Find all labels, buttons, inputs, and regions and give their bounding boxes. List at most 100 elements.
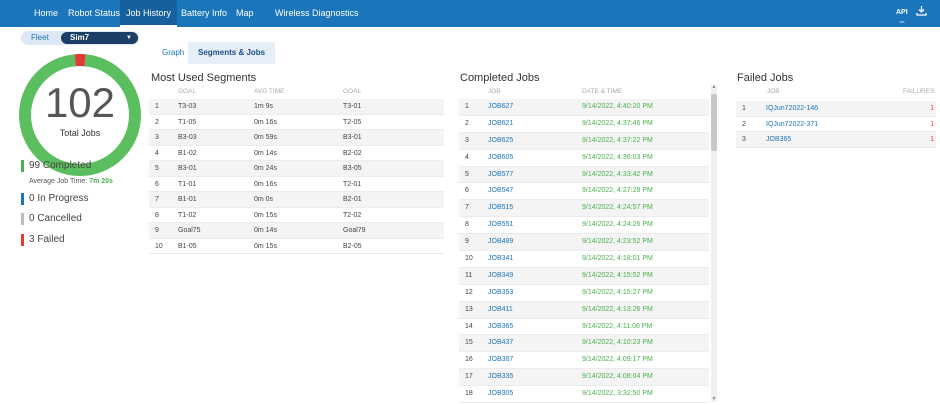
stat-completed[interactable]: 99 Completed — [21, 160, 91, 172]
row-number: 18 — [465, 390, 473, 398]
completed-job-row[interactable]: 9 JOB489 9/14/2022, 4:23:52 PM — [459, 234, 709, 252]
robot-select[interactable]: Sim7 ▼ — [61, 32, 138, 44]
job-link[interactable]: IQJun72022-146 — [766, 101, 818, 116]
failed-job-row[interactable]: 2 IQJun72022-371 1 — [736, 117, 936, 132]
segment-row[interactable]: 3 B3-03 0m 59s B3-01 — [149, 130, 444, 146]
completed-job-row[interactable]: 10 JOB341 9/14/2022, 4:18:01 PM — [459, 251, 709, 268]
completed-job-row[interactable]: 11 JOB349 9/14/2022, 4:15:52 PM — [459, 267, 709, 285]
completed-job-row[interactable]: 13 JOB411 9/14/2022, 4:13:26 PM — [459, 301, 709, 319]
stat-in-progress[interactable]: 0 In Progress — [21, 193, 88, 205]
job-link[interactable]: JOB577 — [488, 167, 513, 182]
completed-job-row[interactable]: 7 JOB515 9/14/2022, 4:24:57 PM — [459, 200, 709, 218]
segment-row[interactable]: 2 T1-05 0m 16s T2-05 — [149, 115, 444, 130]
job-link[interactable]: JOB547 — [488, 183, 513, 198]
nav-tab-home[interactable]: Home — [34, 0, 58, 27]
job-date: 9/14/2022, 4:09:17 PM — [582, 356, 653, 364]
job-link[interactable]: JOB365 — [766, 132, 791, 147]
job-link[interactable]: JOB515 — [488, 200, 513, 215]
segment-to-goal: Goal79 — [343, 227, 366, 234]
job-date: 9/14/2022, 4:40:20 PM — [582, 103, 653, 110]
failed-job-row[interactable]: 1 IQJun72022-146 1 — [736, 101, 936, 117]
segment-row[interactable]: 8 T1-02 0m 15s T2-02 — [149, 208, 444, 223]
fleet-toggle[interactable]: Fleet Sim7 ▼ — [21, 31, 139, 45]
completed-header-date: DATE & TIME — [582, 88, 623, 95]
segment-avg-time: 0m 59s — [254, 134, 277, 141]
job-date: 9/14/2022, 4:18:01 PM — [582, 255, 653, 263]
job-date: 9/14/2022, 4:37:46 PM — [582, 119, 653, 127]
row-number: 3 — [465, 136, 469, 144]
row-number: 4 — [465, 153, 469, 161]
nav-tab-wireless-diagnostics[interactable]: Wireless Diagnostics — [275, 0, 359, 27]
segment-from-goal: T1-02 — [178, 211, 197, 219]
segment-row[interactable]: 10 B1-05 0m 15s B2-05 — [149, 239, 444, 254]
completed-job-row[interactable]: 18 JOB305 9/14/2022, 3:32:50 PM — [459, 386, 709, 404]
row-number: 9 — [465, 238, 469, 246]
job-date: 9/14/2022, 3:32:50 PM — [582, 390, 653, 398]
failed-job-row[interactable]: 3 JOB365 1 — [736, 132, 936, 148]
job-failures: 1 — [930, 105, 934, 112]
job-link[interactable]: JOB621 — [488, 116, 513, 131]
segment-avg-time: 0m 16s — [254, 118, 277, 126]
scroll-up-icon[interactable]: ▲ — [711, 84, 717, 90]
completed-job-row[interactable]: 17 JOB335 9/14/2022, 4:08:04 PM — [459, 369, 709, 387]
completed-job-row[interactable]: 8 JOB551 9/14/2022, 4:24:26 PM — [459, 217, 709, 235]
completed-job-row[interactable]: 5 JOB577 9/14/2022, 4:33:42 PM — [459, 166, 709, 184]
segment-row[interactable]: 7 B1-01 0m 0s B2-01 — [149, 192, 444, 208]
job-link[interactable]: JOB305 — [488, 386, 513, 401]
job-link[interactable]: JOB489 — [488, 234, 513, 249]
stat-failed[interactable]: 3 Failed — [21, 234, 65, 246]
nav-tab-robot-status[interactable]: Robot Status — [68, 0, 120, 27]
job-link[interactable]: JOB625 — [488, 133, 513, 148]
job-link[interactable]: JOB605 — [488, 150, 513, 165]
fleet-label[interactable]: Fleet — [31, 31, 49, 45]
job-link[interactable]: IQJun72022-371 — [766, 117, 818, 132]
job-link[interactable]: JOB335 — [488, 369, 513, 384]
segment-avg-time: 0m 14s — [254, 227, 277, 234]
job-link[interactable]: JOB627 — [488, 99, 513, 114]
completed-job-row[interactable]: 14 JOB365 9/14/2022, 4:11:08 PM — [459, 319, 709, 336]
scroll-down-icon[interactable]: ▼ — [711, 396, 717, 402]
segment-row[interactable]: 9 Goal75 0m 14s Goal79 — [149, 223, 444, 239]
stat-cancelled[interactable]: 0 Cancelled — [21, 213, 82, 225]
segment-row[interactable]: 6 T1-01 0m 16s T2-01 — [149, 177, 444, 192]
completed-job-row[interactable]: 3 JOB625 9/14/2022, 4:37:22 PM — [459, 132, 709, 150]
segment-row[interactable]: 5 B3-01 0m 24s B3-05 — [149, 161, 444, 177]
segment-avg-time: 1m 9s — [254, 103, 274, 110]
segment-from-goal: Goal75 — [178, 227, 201, 234]
download-button[interactable] — [916, 0, 927, 27]
job-failures: 1 — [930, 120, 934, 128]
segment-to-goal: B3-01 — [343, 134, 362, 141]
completed-job-row[interactable]: 12 JOB353 9/14/2022, 4:15:27 PM — [459, 285, 709, 302]
completed-job-row[interactable]: 4 JOB605 9/14/2022, 4:36:03 PM — [459, 150, 709, 167]
job-link[interactable]: JOB341 — [488, 251, 513, 266]
scroll-thumb[interactable] — [711, 94, 717, 151]
job-link[interactable]: JOB353 — [488, 285, 513, 300]
completed-job-row[interactable]: 6 JOB547 9/14/2022, 4:27:28 PM — [459, 183, 709, 201]
completed-job-row[interactable]: 16 JOB387 9/14/2022, 4:09:17 PM — [459, 352, 709, 370]
job-link[interactable]: JOB411 — [488, 302, 513, 317]
row-number: 17 — [465, 373, 473, 381]
segment-from-goal: T3-03 — [178, 103, 197, 110]
job-link[interactable]: JOB387 — [488, 352, 513, 367]
job-link[interactable]: JOB551 — [488, 217, 513, 232]
segment-row[interactable]: 1 T3-03 1m 9s T3-01 — [149, 99, 444, 115]
segment-from-goal: B1-01 — [178, 196, 197, 203]
job-link[interactable]: JOB437 — [488, 335, 513, 350]
api-docs-button[interactable]: API ▫▫ — [896, 8, 908, 35]
segment-from-goal: B3-01 — [178, 165, 197, 172]
completed-job-row[interactable]: 15 JOB437 9/14/2022, 4:10:23 PM — [459, 335, 709, 353]
nav-tab-job-history[interactable]: Job History — [120, 0, 178, 27]
avg-label: Average Job Time: — [29, 178, 88, 185]
subtab-segments-jobs[interactable]: Segments & Jobs — [188, 42, 276, 64]
completed-job-row[interactable]: 2 JOB621 9/14/2022, 4:37:46 PM — [459, 116, 709, 133]
nav-tab-map[interactable]: Map — [236, 0, 254, 27]
completed-job-row[interactable]: 1 JOB627 9/14/2022, 4:40:20 PM — [459, 99, 709, 116]
nav-tab-battery-info[interactable]: Battery Info — [181, 0, 227, 27]
job-link[interactable]: JOB365 — [488, 319, 513, 334]
segment-avg-time: 0m 15s — [254, 211, 277, 219]
job-link[interactable]: JOB349 — [488, 268, 513, 283]
segment-avg-time: 0m 14s — [254, 149, 277, 157]
completed-jobs-scrollbar[interactable]: ▲ ▼ — [711, 84, 717, 402]
total-jobs-donut: 102 Total Jobs — [18, 53, 142, 177]
segment-row[interactable]: 4 B1-02 0m 14s B2-02 — [149, 146, 444, 161]
